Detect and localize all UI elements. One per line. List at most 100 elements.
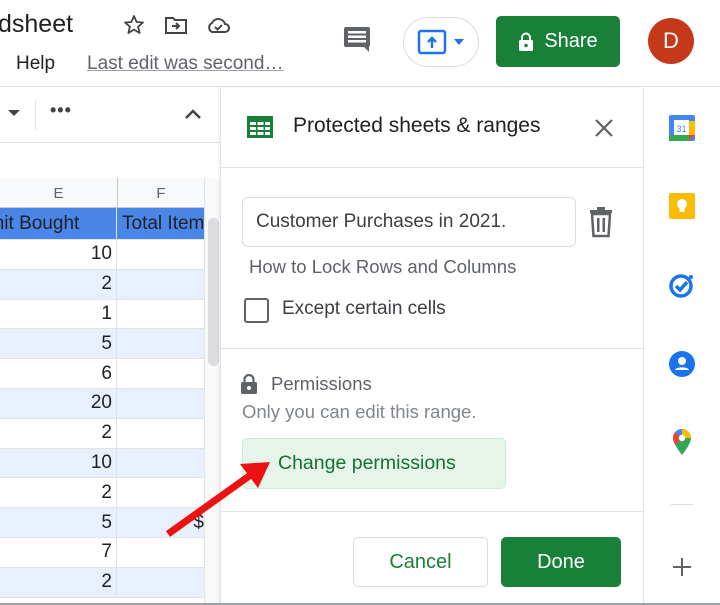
cell-f[interactable] xyxy=(118,568,204,597)
except-cells-label[interactable]: Except certain cells xyxy=(282,298,446,320)
contacts-icon xyxy=(669,351,695,377)
protected-range-link[interactable]: How to Lock Rows and Columns xyxy=(249,256,516,278)
column-header-e[interactable]: E xyxy=(0,178,118,208)
range-description-input[interactable]: Customer Purchases in 2021. xyxy=(242,197,576,247)
comments-button[interactable] xyxy=(340,24,374,56)
cell-f[interactable] xyxy=(118,389,204,418)
sheets-icon xyxy=(247,116,273,138)
cell-e[interactable]: 1 xyxy=(0,299,117,329)
panel-divider xyxy=(221,348,644,349)
column-headers: E F xyxy=(0,178,204,208)
close-icon xyxy=(595,119,613,137)
maps-app-button[interactable] xyxy=(668,428,696,456)
share-label: Share xyxy=(544,30,598,52)
lock-icon xyxy=(519,32,534,51)
table-row[interactable]: 5 $ xyxy=(0,508,204,538)
protected-ranges-panel: Protected sheets & ranges Customer Purch… xyxy=(220,88,644,605)
maps-icon xyxy=(673,429,691,455)
tasks-icon xyxy=(669,274,693,298)
column-header-f[interactable]: F xyxy=(118,178,204,208)
toolbar: ••• xyxy=(0,88,220,143)
panel-title: Protected sheets & ranges xyxy=(293,114,541,137)
table-row[interactable]: 10 xyxy=(0,240,204,270)
cell-f[interactable] xyxy=(118,270,204,299)
present-icon xyxy=(417,29,447,55)
cell-f[interactable] xyxy=(118,300,204,329)
cell-f[interactable]: $ xyxy=(118,508,204,537)
table-row[interactable]: 2 xyxy=(0,567,204,598)
cell-e[interactable]: 2 xyxy=(0,478,117,508)
cell-e[interactable]: 2 xyxy=(0,269,117,299)
table-row[interactable]: 7 xyxy=(0,537,204,568)
cancel-button[interactable]: Cancel xyxy=(353,537,488,587)
share-button[interactable]: Share xyxy=(496,16,620,67)
calendar-icon: 31 xyxy=(669,115,695,141)
cell-f[interactable] xyxy=(118,449,204,478)
table-header-row[interactable]: Unit Bought Total Item xyxy=(0,208,204,240)
cell-f-header[interactable]: Total Item xyxy=(118,208,204,239)
cell-f[interactable] xyxy=(118,359,204,388)
cell-e[interactable]: 7 xyxy=(0,537,117,567)
cell-f[interactable] xyxy=(118,478,204,507)
table-row[interactable]: 10 xyxy=(0,448,204,479)
cloud-saved-icon[interactable] xyxy=(205,12,231,38)
table-row[interactable]: 2 xyxy=(0,478,204,509)
spreadsheet-area: ••• E F Unit Bought Total Item 10 2 1 5 … xyxy=(0,88,220,605)
more-options-button[interactable]: ••• xyxy=(50,100,72,121)
present-button[interactable] xyxy=(403,17,479,67)
contacts-app-button[interactable] xyxy=(668,350,696,378)
panel-divider xyxy=(221,511,644,512)
cell-e[interactable]: 2 xyxy=(0,567,117,597)
cell-e[interactable]: 5 xyxy=(0,329,117,359)
cell-e[interactable]: 5 xyxy=(0,508,117,537)
table-row[interactable]: 1 xyxy=(0,299,204,330)
change-permissions-button[interactable]: Change permissions xyxy=(242,438,506,489)
side-apps-rail: 31 xyxy=(643,88,720,605)
scrollbar-thumb[interactable] xyxy=(208,218,219,366)
permissions-description: Only you can edit this range. xyxy=(242,401,477,422)
document-title[interactable]: dsheet xyxy=(0,10,73,39)
toolbar-dropdown-icon[interactable] xyxy=(8,110,20,116)
cell-e[interactable]: 10 xyxy=(0,240,117,269)
toolbar-divider xyxy=(35,100,36,130)
chevron-up-icon[interactable] xyxy=(183,104,203,124)
cell-e[interactable]: 20 xyxy=(0,388,117,418)
rail-divider xyxy=(671,504,693,505)
table-row[interactable]: 20 xyxy=(0,388,204,419)
table-row[interactable]: 2 xyxy=(0,269,204,300)
cell-f[interactable] xyxy=(118,419,204,448)
last-edit-link[interactable]: Last edit was second… xyxy=(87,53,283,75)
delete-icon[interactable] xyxy=(587,206,615,238)
cell-f[interactable] xyxy=(118,329,204,358)
close-panel-button[interactable] xyxy=(591,115,617,141)
vertical-scrollbar[interactable] xyxy=(204,178,220,605)
calendar-app-button[interactable]: 31 xyxy=(668,114,696,142)
sheet-rows: Unit Bought Total Item 10 2 1 5 6 20 2 1… xyxy=(0,208,204,598)
chevron-down-icon xyxy=(454,39,464,45)
cell-f[interactable] xyxy=(118,538,204,567)
cell-e[interactable]: 2 xyxy=(0,418,117,448)
keep-icon xyxy=(669,193,695,219)
done-button[interactable]: Done xyxy=(501,537,621,587)
formula-bar[interactable] xyxy=(0,144,220,179)
svg-text:31: 31 xyxy=(676,124,686,134)
lock-icon xyxy=(241,374,257,394)
cell-e[interactable]: 10 xyxy=(0,448,117,478)
star-icon[interactable] xyxy=(121,12,147,38)
add-addon-icon[interactable] xyxy=(671,556,693,578)
table-row[interactable]: 5 xyxy=(0,329,204,360)
comments-icon xyxy=(344,27,370,52)
table-row[interactable]: 6 xyxy=(0,359,204,389)
cell-f[interactable] xyxy=(118,240,204,269)
app-root: dsheet Help Last edit was second… Share … xyxy=(0,0,720,605)
tasks-app-button[interactable] xyxy=(668,271,696,299)
cell-e[interactable]: 6 xyxy=(0,359,117,388)
keep-app-button[interactable] xyxy=(668,192,696,220)
table-row[interactable]: 2 xyxy=(0,418,204,449)
cell-e-header[interactable]: Unit Bought xyxy=(0,208,117,239)
except-cells-checkbox[interactable] xyxy=(244,298,269,323)
user-avatar[interactable]: D xyxy=(648,18,694,64)
menu-help[interactable]: Help xyxy=(16,53,55,75)
move-to-folder-icon[interactable] xyxy=(163,12,189,38)
range-description-value: Customer Purchases in 2021. xyxy=(256,211,507,232)
